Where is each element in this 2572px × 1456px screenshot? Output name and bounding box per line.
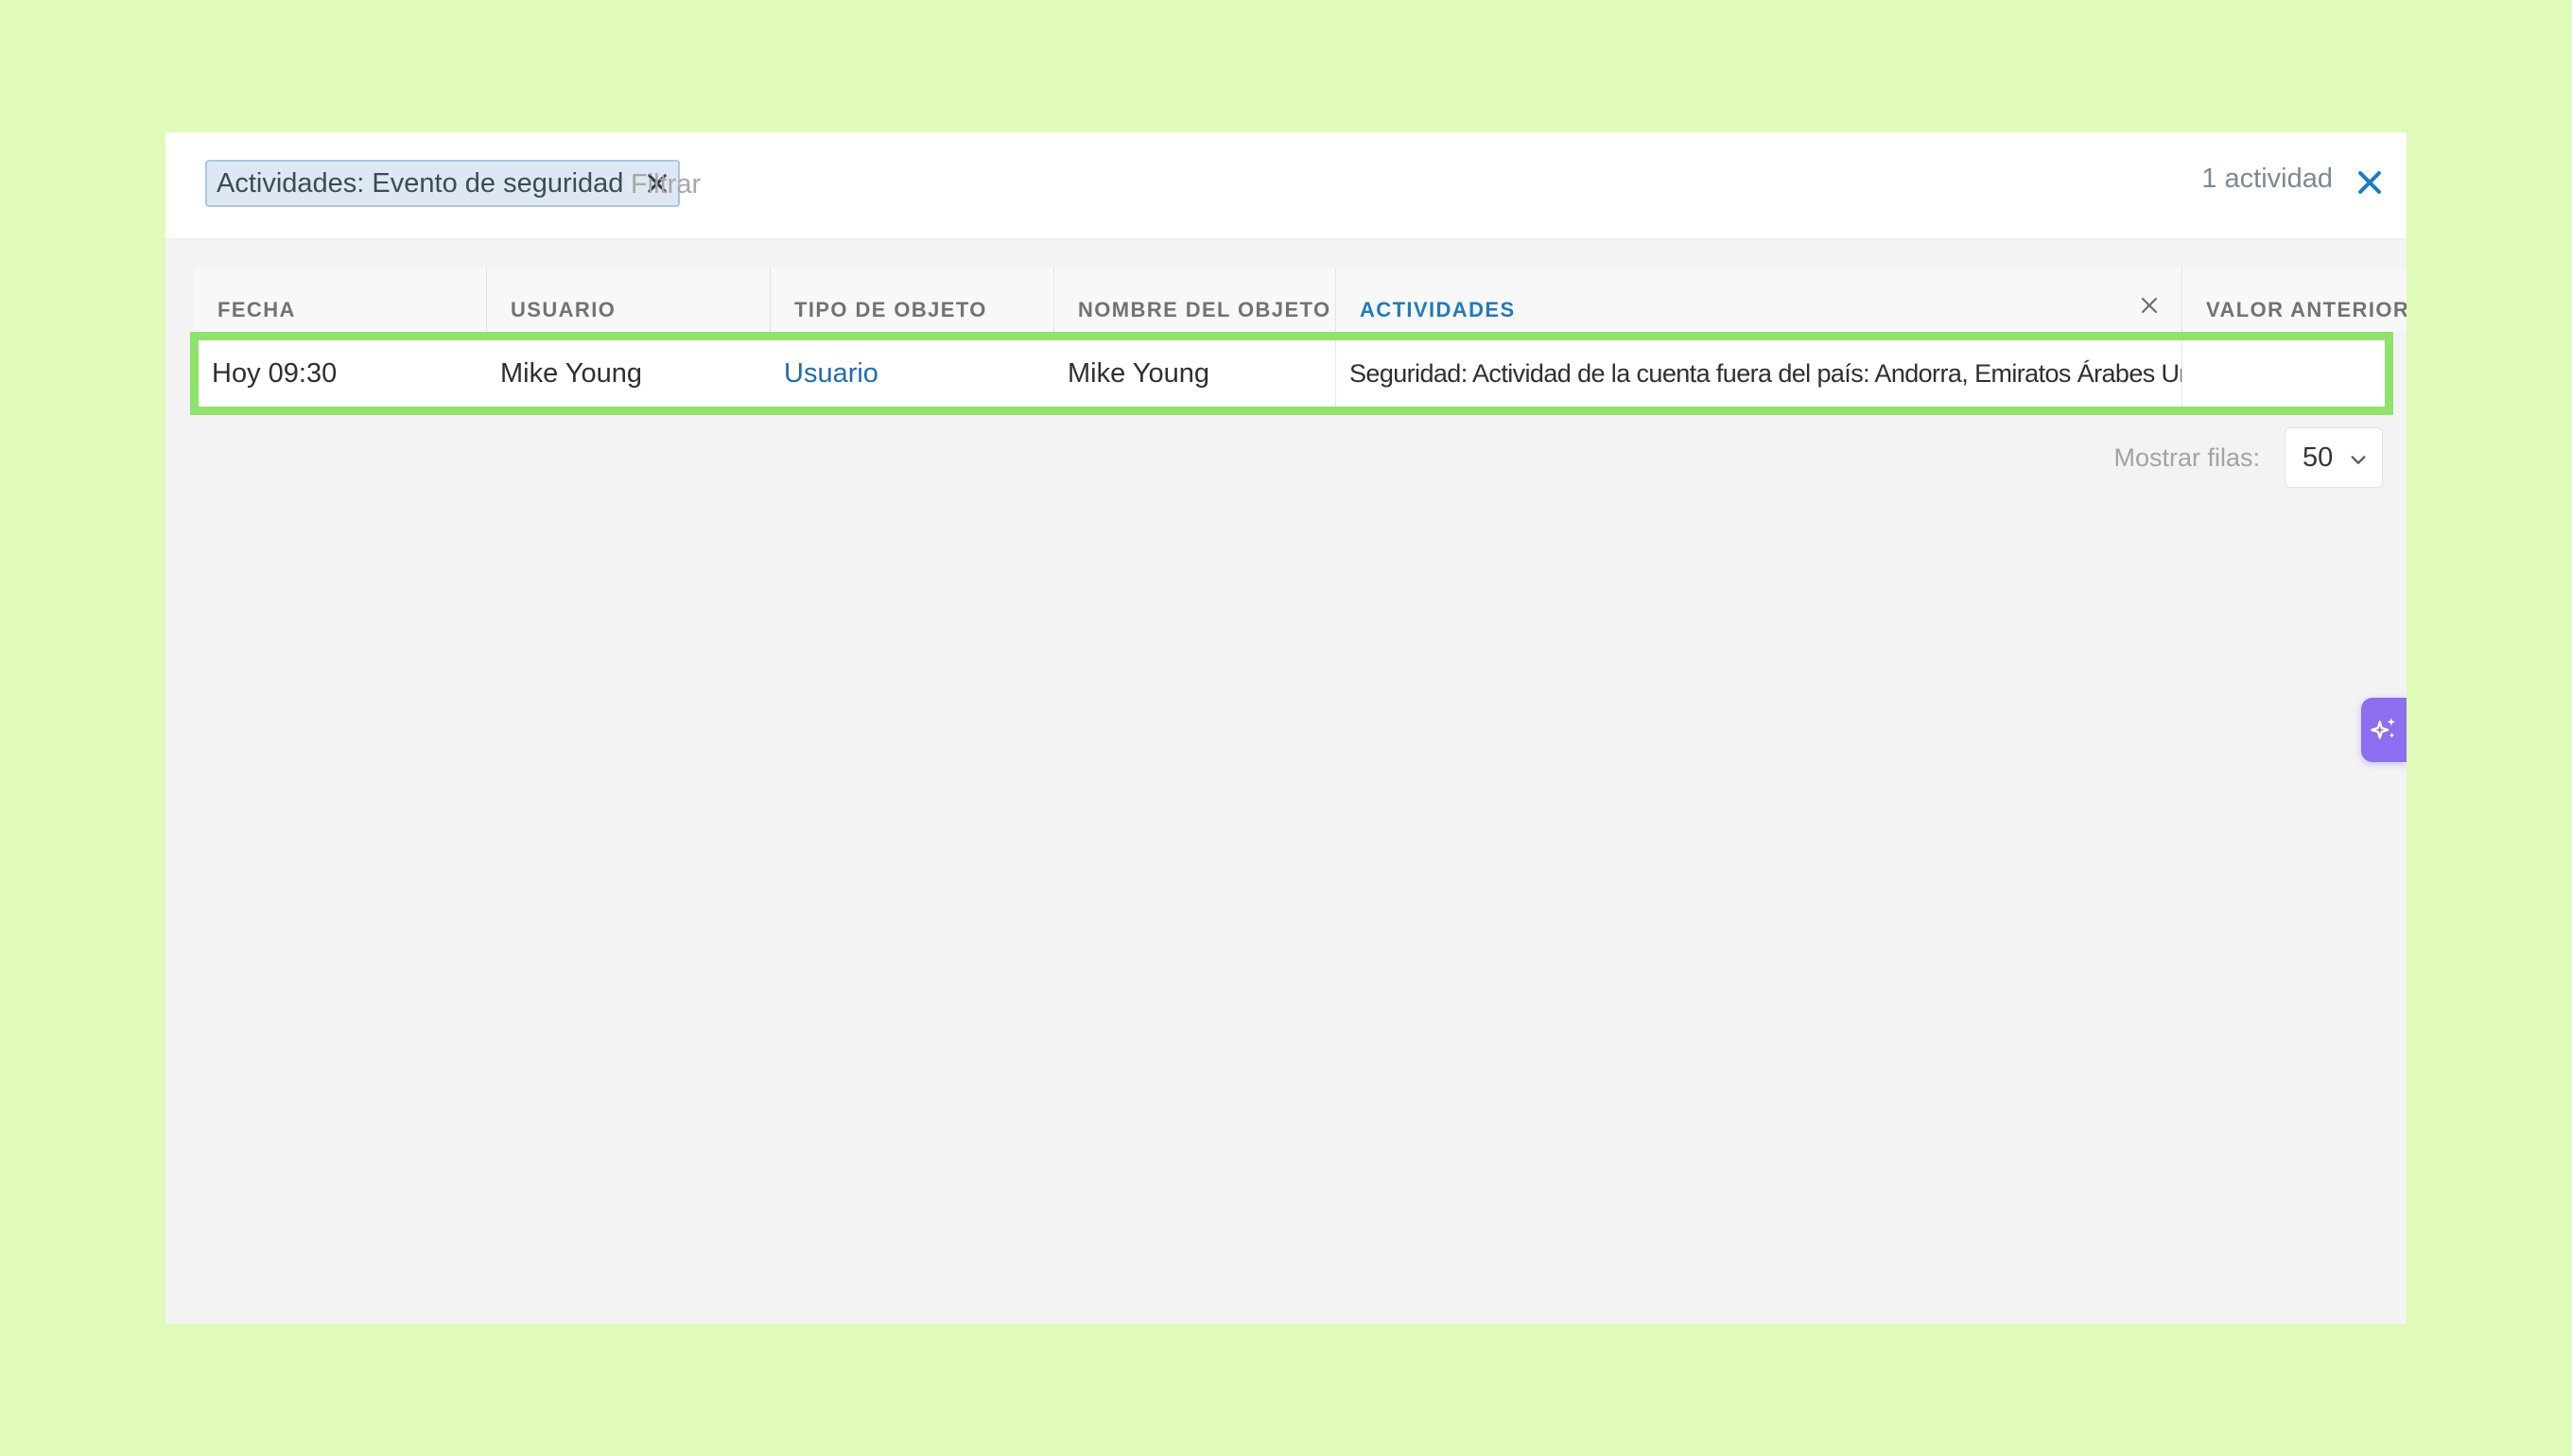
column-header-valor-anterior[interactable]: VALOR ANTERIOR	[2182, 268, 2407, 332]
rows-per-page-control: Mostrar filas: 50	[2113, 427, 2383, 488]
result-count: 1 actividad	[2201, 164, 2333, 194]
close-icon[interactable]	[2354, 166, 2386, 199]
filter-bar: Actividades: Evento de seguridad 1 activ…	[165, 132, 2407, 239]
activity-log-panel: Actividades: Evento de seguridad 1 activ…	[165, 132, 2407, 1324]
column-header-actividades-label: ACTIVIDADES	[1360, 298, 1516, 321]
table-row[interactable]: Hoy 09:30 Mike Young Usuario Mike Young …	[190, 332, 2393, 415]
column-header-fecha[interactable]: FECHA	[194, 268, 487, 332]
rows-per-page-value: 50	[2303, 442, 2334, 473]
rows-per-page-label: Mostrar filas:	[2113, 442, 2260, 472]
column-header-nombre-del-objeto[interactable]: NOMBRE DEL OBJETO	[1054, 268, 1336, 332]
filter-chip-label: Actividades: Evento de seguridad	[217, 167, 624, 199]
column-header-actividades[interactable]: ACTIVIDADES	[1336, 268, 2182, 332]
cell-tipo-de-objeto-link[interactable]: Usuario	[771, 340, 1054, 407]
rows-per-page-select[interactable]: 50	[2285, 427, 2383, 488]
sparkles-icon	[2371, 718, 2396, 739]
cell-usuario: Mike Young	[500, 357, 642, 389]
close-icon[interactable]	[2138, 294, 2161, 317]
cell-nombre-del-objeto: Mike Young	[1054, 340, 1336, 407]
cell-fecha: Hoy 09:30	[212, 357, 338, 389]
filter-chip[interactable]: Actividades: Evento de seguridad	[205, 160, 681, 207]
column-header-tipo-de-objeto[interactable]: TIPO DE OBJETO	[771, 268, 1054, 332]
cell-valor-anterior	[2182, 340, 2385, 407]
activity-table: FECHA USUARIO TIPO DE OBJETO NOMBRE DEL …	[190, 268, 2407, 415]
chevron-down-icon	[2351, 456, 2366, 464]
column-header-usuario[interactable]: USUARIO	[487, 268, 771, 332]
table-header: FECHA USUARIO TIPO DE OBJETO NOMBRE DEL …	[194, 268, 2407, 332]
cell-actividades: Seguridad: Actividad de la cuenta fuera …	[1336, 340, 2182, 407]
ai-assistant-button[interactable]	[2361, 698, 2407, 762]
filter-input[interactable]	[629, 159, 1295, 210]
